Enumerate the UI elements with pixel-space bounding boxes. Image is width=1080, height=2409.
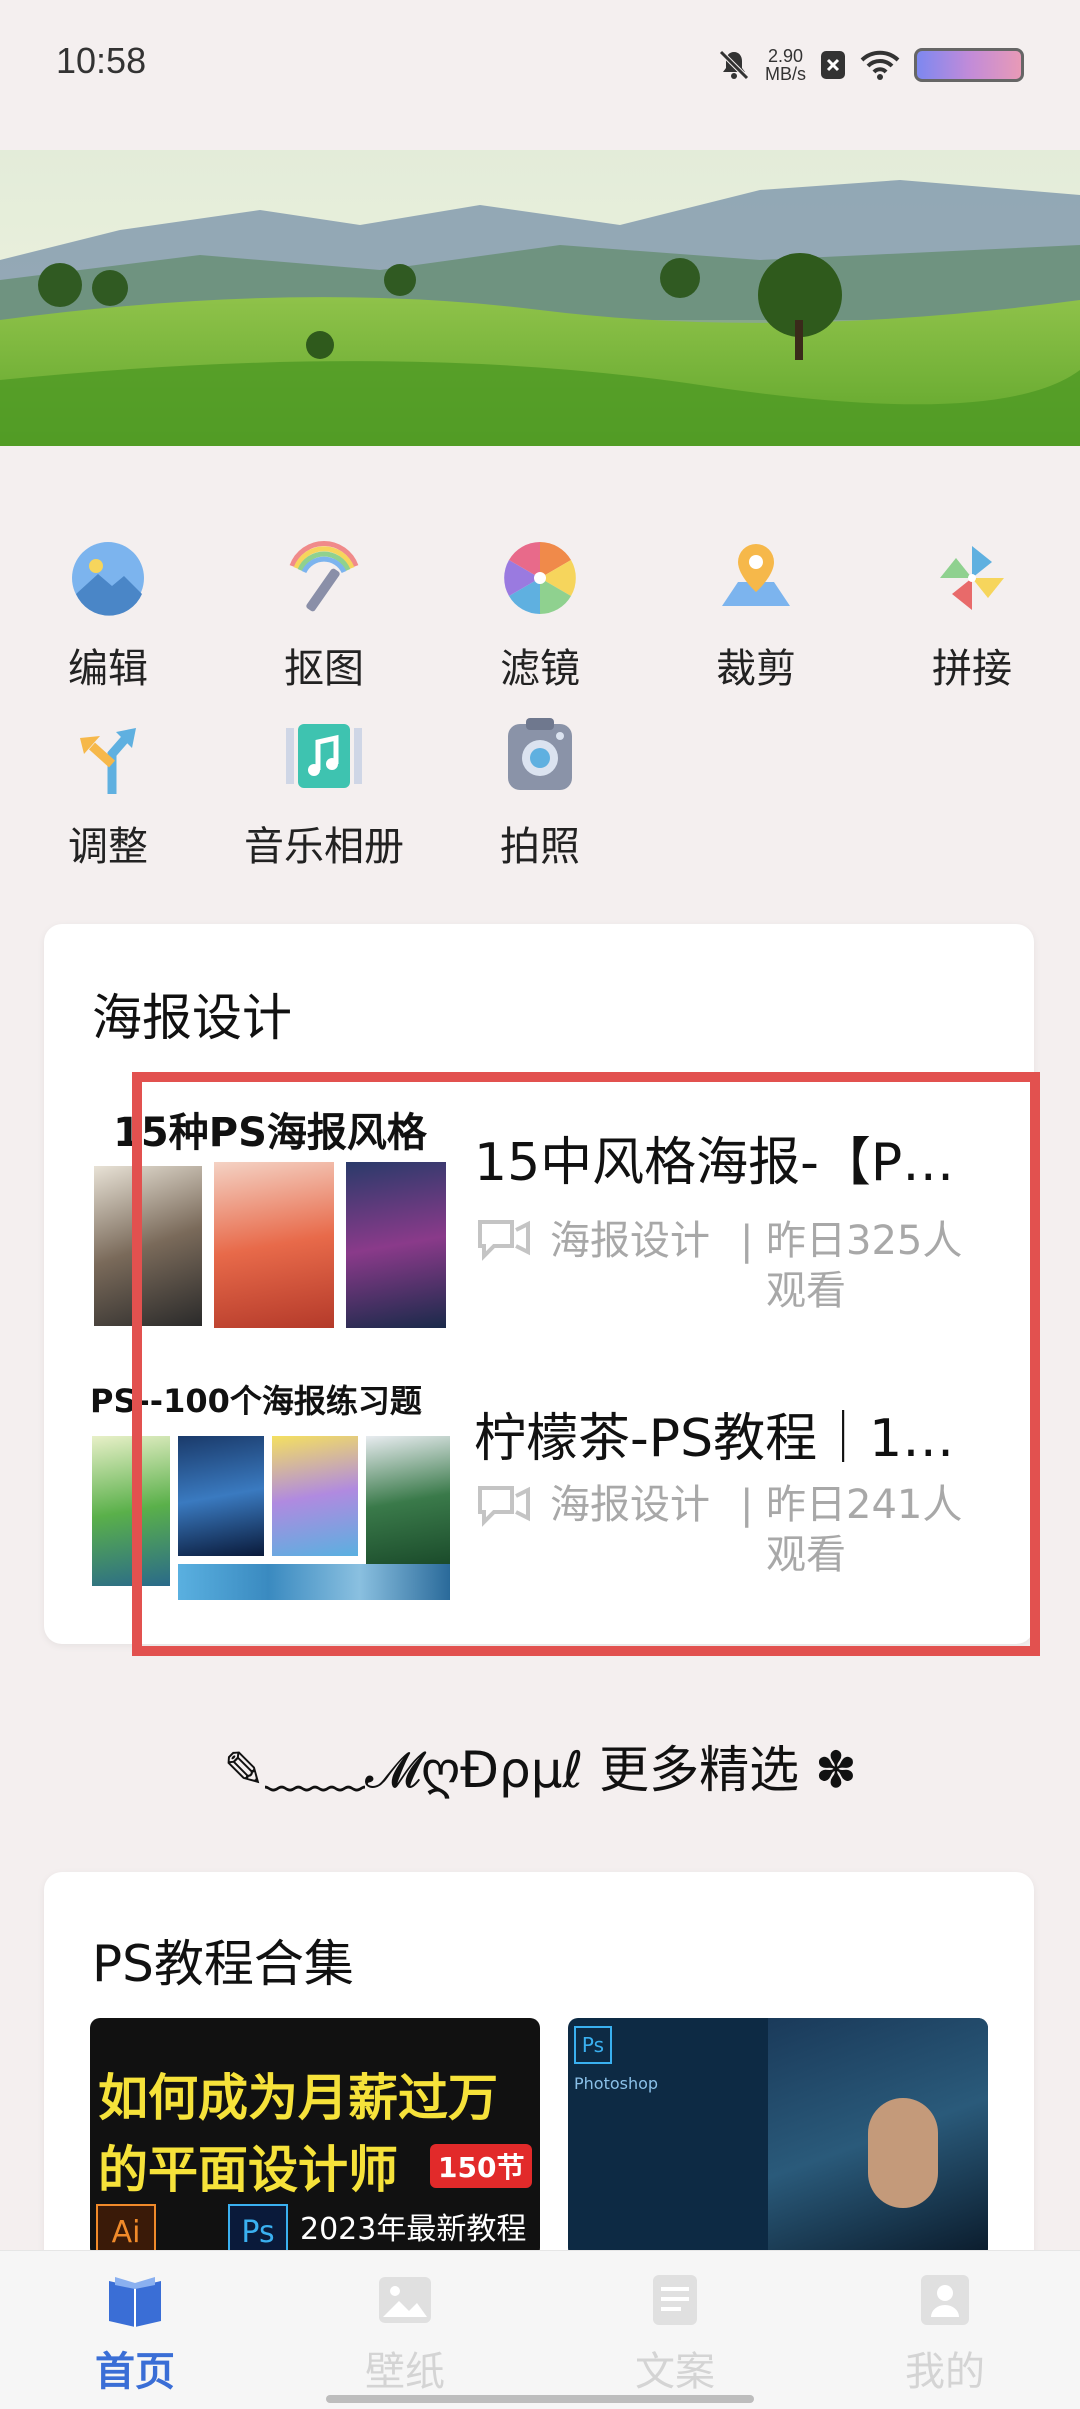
section-title: 海报设计 xyxy=(92,989,292,1047)
bottom-nav: 首页 壁纸 文案 我的 xyxy=(0,2250,1080,2409)
magic-wand-icon xyxy=(289,540,359,612)
nav-profile[interactable]: 我的 xyxy=(810,2271,1080,2397)
nav-home[interactable]: 首页 xyxy=(0,2271,270,2397)
wifi-icon xyxy=(860,50,900,80)
battery-icon xyxy=(914,48,1024,82)
more-picks-link[interactable]: ✎﹏﹏𝓜ღĐρµℓ 更多精选 ✽ xyxy=(0,1730,1080,1802)
network-speed: 2.90 MB/s xyxy=(764,46,806,84)
banner-image[interactable] xyxy=(0,150,1080,446)
tool-filter[interactable]: 滤镜 xyxy=(470,536,610,706)
status-time: 10:58 xyxy=(56,40,147,81)
color-wheel-icon xyxy=(504,542,576,614)
book-icon xyxy=(109,2277,161,2327)
highlight-frame xyxy=(132,1072,1040,1656)
home-indicator[interactable] xyxy=(326,2395,754,2403)
tool-music-album[interactable]: 音乐相册 xyxy=(238,714,410,884)
camera-icon xyxy=(508,718,572,790)
picture-icon xyxy=(379,2277,431,2323)
status-icons: 2.90 MB/s xyxy=(717,40,1024,90)
tutorial-thumbnail[interactable]: Ps Photoshop xyxy=(568,2018,988,2258)
photoshop-logo-icon: Ps xyxy=(574,2026,612,2064)
landscape-photo-icon xyxy=(72,542,144,616)
pinwheel-icon xyxy=(940,546,1004,610)
mute-bell-icon xyxy=(719,50,749,80)
section-title: PS教程合集 xyxy=(92,1935,354,1993)
tool-camera[interactable]: 拍照 xyxy=(470,714,610,884)
tool-splice[interactable]: 拼接 xyxy=(902,536,1042,706)
tool-crop[interactable]: 裁剪 xyxy=(686,536,826,706)
music-album-icon xyxy=(286,724,362,788)
document-icon xyxy=(653,2275,697,2325)
map-pin-icon xyxy=(722,544,790,606)
split-arrow-icon xyxy=(80,728,136,794)
nav-wallpaper[interactable]: 壁纸 xyxy=(270,2271,540,2397)
sim-x-icon xyxy=(821,51,845,79)
status-bar: 10:58 2.90 MB/s xyxy=(0,0,1080,130)
ps-tutorial-card: PS教程合集 如何成为月薪过万 的平面设计师 150节 Ai Ps 2023年最… xyxy=(44,1872,1034,2292)
user-card-icon xyxy=(921,2275,969,2325)
tool-adjust[interactable]: 调整 xyxy=(38,714,178,884)
nav-copywriting[interactable]: 文案 xyxy=(540,2271,810,2397)
tool-edit[interactable]: 编辑 xyxy=(38,536,178,706)
tutorial-thumbnail[interactable]: 如何成为月薪过万 的平面设计师 150节 Ai Ps 2023年最新教程 xyxy=(90,2018,540,2258)
tool-cutout[interactable]: 抠图 xyxy=(254,536,394,706)
